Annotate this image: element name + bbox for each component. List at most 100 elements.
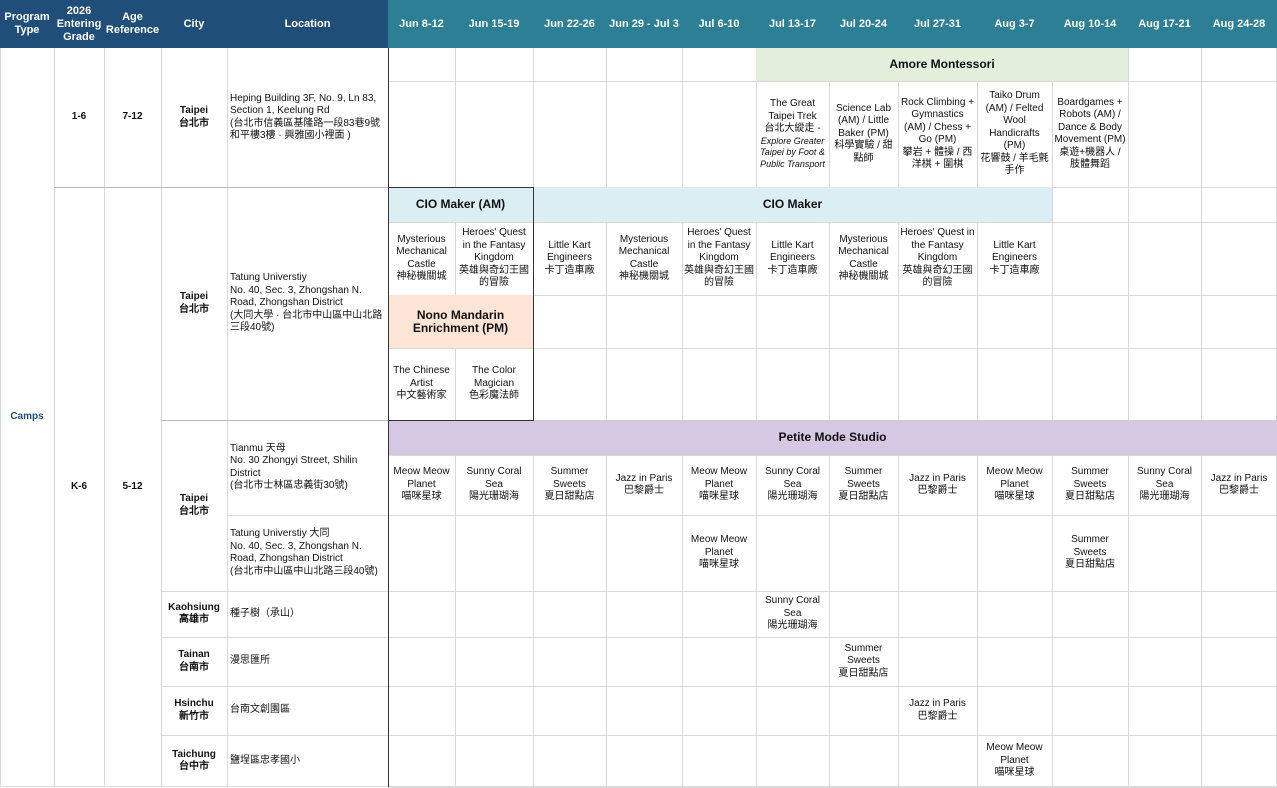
petite-mode-cell-line: Meow Meow Planet (690, 466, 748, 490)
city-kaohsiung: Kaohsiung 高雄市 (161, 591, 227, 637)
petite-mode-cell: Meow Meow Planet 喵咪星球 (977, 455, 1052, 515)
grid-line (161, 420, 388, 421)
petite-mode-cell-line: 陽光珊瑚海 (767, 620, 818, 632)
location-tatung-line: Tatung Universtiy (230, 272, 307, 284)
cio-maker-cell: Mysterious Mechanical Castle 神秘機關城 (606, 222, 682, 295)
petite-mode-cell: Meow Meow Planet 喵咪星球 (682, 515, 756, 591)
header-week: Aug 24-28 (1201, 0, 1277, 48)
location-taichung-line: 鹽埕區忠孝國小 (230, 754, 300, 766)
location-kaohsiung: 種子樹（承山） (227, 591, 388, 637)
city-taipei: Taipei 台北市 (161, 48, 227, 187)
city-taipei: Taipei 台北市 (161, 187, 227, 420)
amore-activity-cell-line: Science Lab (AM) / Little Baker (PM) (835, 102, 892, 139)
cio-maker-cell-line: Mysterious Mechanical Castle (618, 233, 670, 270)
petite-mode-cell-line: 陽光珊瑚海 (1139, 491, 1190, 503)
grade-1-6: 1-6 (54, 48, 104, 187)
header-city-line: City (183, 17, 205, 30)
header-week: Jul 27-31 (898, 0, 977, 48)
petite-mode-cell-line: 喵咪星球 (699, 559, 739, 571)
age-7-12: 7-12 (104, 48, 161, 187)
petite-mode-cell: Jazz in Paris 巴黎爵士 (898, 455, 977, 515)
cio-maker-cell: Heroes' Quest in the Fantasy Kingdom 英雄與奇… (455, 222, 533, 295)
header-city: City (161, 0, 227, 48)
cio-maker-cell-line: 卡丁造車廠 (544, 264, 595, 276)
cio-maker-cell-line: 神秘機關城 (838, 271, 889, 282)
petite-mode-cell-line: 喵咪星球 (401, 491, 442, 503)
header-program-type: Program Type (0, 0, 54, 48)
petite-mode-cell: Meow Meow Planet 喵咪星球 (977, 735, 1052, 787)
program-band-nono-mandarin: Nono Mandarin Enrichment (PM) (388, 295, 533, 348)
city-taipei-line: 台北市 (179, 117, 209, 129)
grade-1-6-line: 1-6 (71, 111, 87, 123)
city-taichung: Taichung 台中市 (161, 735, 227, 787)
location-tainan-line: 漫思匯所 (230, 655, 270, 667)
header-week-line: Jul 27-31 (913, 17, 962, 30)
amore-activity-cell-line: The Great Taipei Trek (768, 98, 817, 122)
petite-mode-cell-line: Summer Sweets (1071, 466, 1109, 490)
grid-line (388, 735, 1277, 736)
program-type-camps-line: Camps (10, 411, 44, 423)
petite-mode-cell-line: Summer Sweets (844, 466, 883, 490)
header-age-reference: Age Reference (104, 0, 161, 48)
petite-mode-cell-line: 巴黎爵士 (917, 710, 958, 722)
cio-maker-cell-line: 卡丁造車廠 (767, 264, 818, 276)
petite-mode-cell-line: Sunny Coral Sea (1136, 466, 1193, 490)
city-tainan: Tainan 台南市 (161, 637, 227, 686)
location-tatung-line: (大同大學 · 台北市中山區中山北路三段40號) (230, 309, 383, 334)
petite-mode-cell-line: Jazz in Paris (909, 698, 966, 709)
nono-mandarin-cell: The Color Magician 色彩魔法師 (455, 348, 533, 420)
header-location: Location (227, 0, 388, 48)
cio-maker-cell: Heroes' Quest in the Fantasy Kingdom 英雄與奇… (898, 222, 977, 295)
grid-line (388, 591, 1277, 592)
amore-activity-cell-line: Rock Climbing + Gymnastics (AM) / Chess … (900, 96, 975, 146)
location-tatung-line: Tatung Universtiy 大同 (230, 528, 330, 539)
city-hsinchu-line: Hsinchu (174, 698, 214, 709)
nono-mandarin-cell-line: The Color Magician (472, 365, 516, 389)
grid-line (388, 187, 534, 188)
petite-mode-cell: Jazz in Paris 巴黎爵士 (898, 686, 977, 735)
petite-mode-cell-line: 夏日甜點店 (838, 667, 889, 679)
header-entering-grade-line: 2026 Entering Grade (56, 4, 102, 43)
petite-mode-cell-line: Sunny Coral Sea (764, 466, 821, 490)
grid-line (54, 187, 388, 188)
cio-maker-cell-line: Mysterious Mechanical Castle (396, 233, 447, 270)
location-heping-line: Heping Building 3F, No. 9, Ln 83, Sectio… (230, 92, 377, 117)
petite-mode-cell: Meow Meow Planet 喵咪星球 (388, 455, 455, 515)
header-week: Jun 22-26 (533, 0, 606, 48)
cio-maker-cell: Mysterious Mechanical Castle 神秘機關城 (388, 222, 455, 295)
header-age-reference-line: Age Reference (105, 11, 160, 36)
header-week: Aug 10-14 (1052, 0, 1128, 48)
city-taipei: Taipei 台北市 (161, 420, 227, 591)
petite-mode-cell-line: 夏日甜點店 (838, 491, 889, 503)
cio-maker-cell: Little Kart Engineers 卡丁造車廠 (533, 222, 606, 295)
city-kaohsiung-line: 高雄市 (179, 614, 209, 625)
petite-mode-cell-line: 喵咪星球 (699, 491, 739, 503)
city-hsinchu: Hsinchu 新竹市 (161, 686, 227, 735)
petite-mode-cell: Sunny Coral Sea 陽光珊瑚海 (1128, 455, 1201, 515)
petite-mode-cell: Sunny Coral Sea 陽光珊瑚海 (455, 455, 533, 515)
city-tainan-line: Tainan (178, 649, 210, 660)
grade-k-6: K-6 (54, 187, 104, 787)
petite-mode-cell: Jazz in Paris 巴黎爵士 (606, 455, 682, 515)
program-band-cio-maker-am: CIO Maker (AM) (388, 187, 533, 222)
header-week: Jun 8-12 (388, 0, 455, 48)
cio-maker-cell-line: Heroes' Quest in the Fantasy Kingdom (462, 227, 526, 264)
cio-maker-cell-line: Little Kart Engineers (991, 239, 1038, 264)
grid-line (388, 420, 534, 421)
grid-line (1128, 48, 1129, 787)
petite-mode-cell: Summer Sweets 夏日甜點店 (829, 455, 898, 515)
grid-line (606, 48, 607, 787)
amore-activity-cell: Taiko Drum (AM) / Felted Wool Handicraft… (977, 81, 1052, 187)
cio-maker-cell-line: Heroes' Quest in the Fantasy Kingdom (687, 227, 751, 264)
petite-mode-cell: Meow Meow Planet 喵咪星球 (682, 455, 756, 515)
city-taipei-line: 台北市 (179, 505, 209, 517)
program-band-nono-mandarin-line: Nono Mandarin Enrichment (PM) (412, 308, 509, 335)
grade-k-6-line: K-6 (70, 480, 88, 492)
cio-maker-cell: Heroes' Quest in the Fantasy Kingdom 英雄與奇… (682, 222, 756, 295)
cio-maker-cell-line: Heroes' Quest in the Fantasy Kingdom (900, 227, 975, 264)
header-week: Jun 29 - Jul 3 (606, 0, 682, 48)
program-band-petite-mode-studio: Petite Mode Studio (388, 420, 1277, 455)
header-program-type-line: Program Type (4, 11, 50, 36)
header-week-line: Aug 17-21 (1138, 17, 1191, 30)
cio-maker-cell: Little Kart Engineers 卡丁造車廠 (977, 222, 1052, 295)
